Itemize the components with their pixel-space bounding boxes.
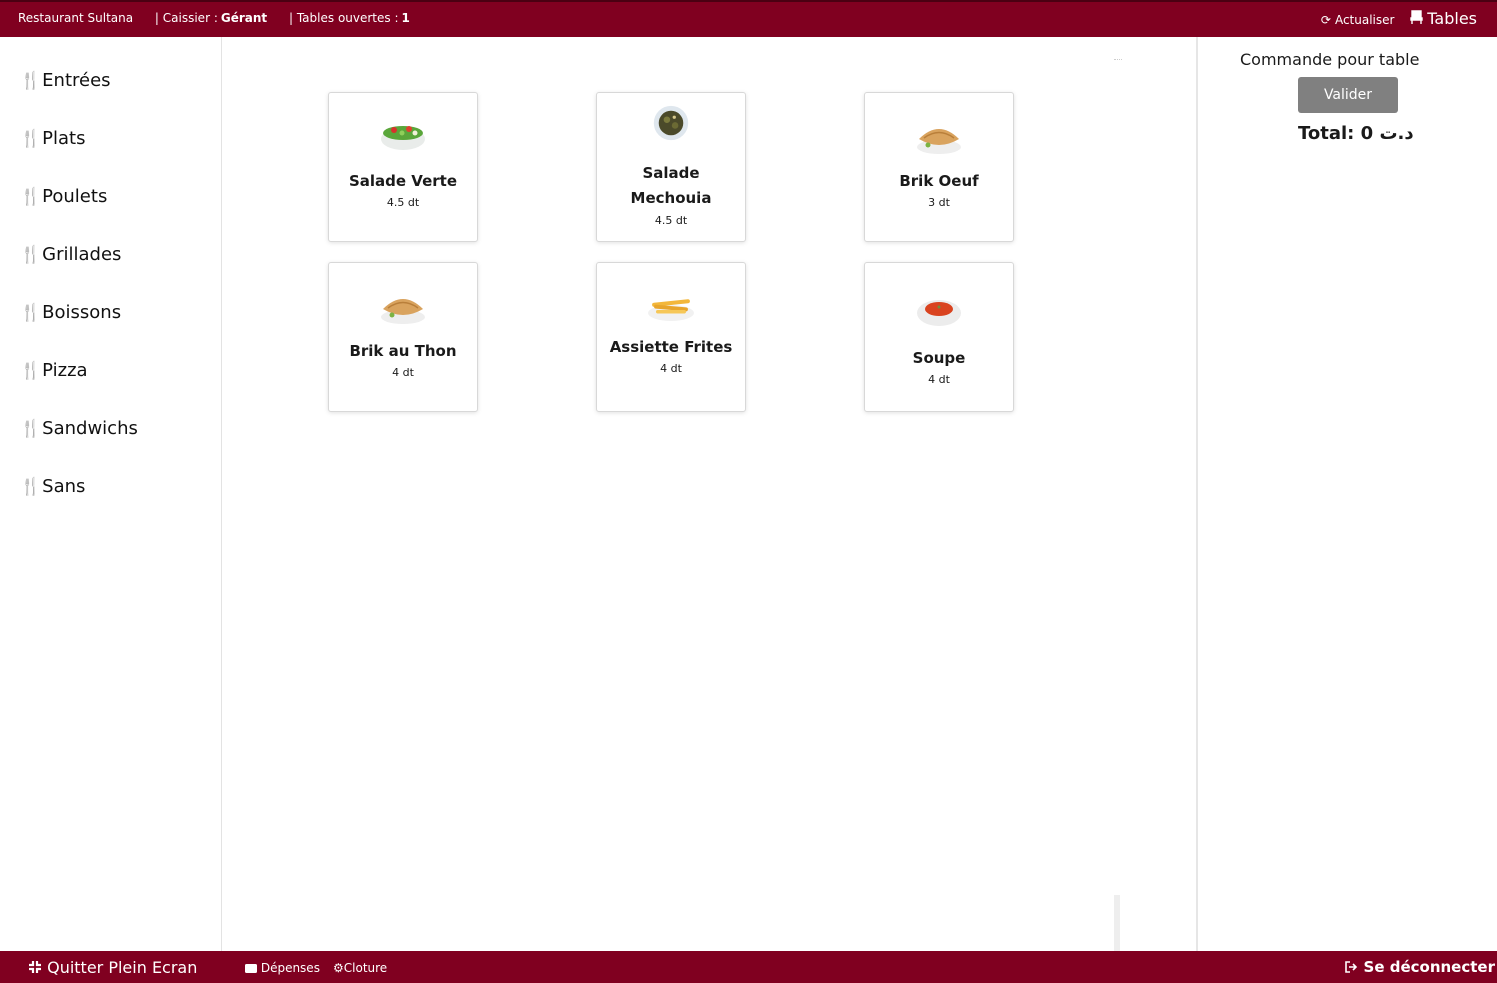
cutlery-icon: 🍴 — [20, 71, 42, 91]
cutlery-icon: 🍴 — [20, 477, 42, 497]
product-name: Brik au Thon — [349, 342, 457, 360]
order-panel: Commande pour table Valider Total: 0 د.ت — [1196, 37, 1497, 951]
bottom-bar: Quitter Plein Ecran Dépenses ⚙Cloture Se… — [0, 951, 1497, 983]
cutlery-icon: 🍴 — [20, 361, 42, 381]
order-title: Commande pour table — [1240, 50, 1420, 69]
exit-fullscreen-label: Quitter Plein Ecran — [47, 958, 198, 977]
product-price: 4 dt — [660, 362, 682, 375]
tables-open-count: 1 — [401, 11, 410, 25]
sidebar-item-grillades[interactable]: 🍴Grillades — [20, 244, 121, 265]
fries-plate-icon — [648, 299, 694, 321]
product-name: Salade Mechouia — [630, 164, 712, 207]
tables-button[interactable]: Tables — [1410, 9, 1477, 28]
category-sidebar: 🍴Entrées 🍴Plats 🍴Poulets 🍴Grillades 🍴Boi… — [0, 37, 222, 951]
product-price: 4 dt — [928, 373, 950, 386]
product-card[interactable]: Brik Oeuf 3 dt — [864, 92, 1014, 242]
cashier-label: | Caissier : — [154, 11, 218, 25]
chair-icon — [1410, 9, 1423, 28]
logout-button[interactable]: Se déconnecter — [1345, 958, 1495, 976]
product-card[interactable]: Brik au Thon 4 dt — [328, 262, 478, 412]
scrollbar-track[interactable] — [1114, 895, 1120, 951]
sidebar-item-label: Pizza — [42, 360, 88, 381]
sidebar-item-label: Boissons — [42, 302, 122, 323]
refresh-icon: ⟳ — [1320, 13, 1331, 27]
product-name: Brik Oeuf — [899, 172, 979, 190]
top-bar-info: Restaurant Sultana | Caissier : Gérant | … — [18, 11, 428, 25]
sidebar-item-label: Poulets — [42, 186, 108, 207]
sidebar-item-sans[interactable]: 🍴Sans — [20, 476, 85, 497]
expenses-label: Dépenses — [260, 961, 320, 975]
soup-bowl-icon — [917, 300, 961, 326]
sidebar-item-pizza[interactable]: 🍴Pizza — [20, 360, 88, 381]
product-name: Soupe — [912, 349, 966, 367]
salad-bowl-icon — [381, 126, 425, 150]
tables-open-info: | Tables ouvertes :1 — [289, 11, 410, 25]
sidebar-item-poulets[interactable]: 🍴Poulets — [20, 186, 107, 207]
sidebar-item-label: Grillades — [42, 244, 122, 265]
closing-button[interactable]: ⚙Cloture — [333, 961, 387, 975]
product-card[interactable]: Assiette Frites 4 dt — [596, 262, 746, 412]
sidebar-item-boissons[interactable]: 🍴Boissons — [20, 302, 121, 323]
compress-icon — [28, 958, 47, 977]
order-total: Total: 0 د.ت — [1298, 123, 1414, 144]
product-card[interactable]: Soupe 4 dt — [864, 262, 1014, 412]
cutlery-icon: 🍴 — [20, 187, 42, 207]
tables-open-label: | Tables ouvertes : — [288, 11, 399, 25]
tables-label: Tables — [1427, 9, 1477, 28]
sidebar-item-label: Entrées — [42, 70, 111, 91]
sidebar-item-entrees[interactable]: 🍴Entrées — [20, 70, 111, 91]
refresh-button[interactable]: ⟳ Actualiser — [1321, 13, 1398, 27]
cutlery-icon: 🍴 — [20, 419, 42, 439]
cutlery-icon: 🍴 — [20, 129, 42, 149]
product-card[interactable]: Salade Mechouia 4.5 dt — [596, 92, 746, 242]
exit-fullscreen-button[interactable]: Quitter Plein Ecran — [28, 958, 197, 977]
restaurant-name: Restaurant Sultana — [18, 11, 134, 25]
sidebar-item-label: Plats — [42, 128, 86, 149]
brik-pastry-icon — [917, 129, 961, 154]
cashier-name: Gérant — [220, 11, 268, 25]
sidebar-item-label: Sandwichs — [42, 418, 138, 439]
sidebar-item-sandwichs[interactable]: 🍴Sandwichs — [20, 418, 138, 439]
wallet-icon — [245, 961, 261, 975]
expenses-button[interactable]: Dépenses — [245, 961, 320, 975]
product-card[interactable]: Salade Verte 4.5 dt — [328, 92, 478, 242]
product-price: 3 dt — [928, 196, 950, 209]
cashier-info: | Caissier : Gérant — [155, 11, 267, 25]
brik-pastry-icon — [381, 299, 425, 324]
sidebar-item-label: Sans — [42, 476, 86, 497]
product-name: Salade Verte — [348, 172, 458, 190]
closing-label: Cloture — [343, 961, 388, 975]
product-price: 4.5 dt — [386, 196, 420, 209]
gear-icon: ⚙ — [333, 961, 344, 975]
sign-out-icon — [1345, 958, 1363, 976]
product-price: 4 dt — [392, 366, 414, 379]
mechouia-plate-icon — [653, 105, 689, 141]
cutlery-icon: 🍴 — [20, 245, 42, 265]
product-grid: Salade Verte 4.5 dt Salade Mechouia 4.5 … — [223, 37, 1195, 951]
refresh-label: Actualiser — [1334, 13, 1395, 27]
sidebar-item-plats[interactable]: 🍴Plats — [20, 128, 86, 149]
product-price: 4.5 dt — [654, 214, 688, 227]
product-name: Assiette Frites — [609, 338, 733, 356]
logout-label: Se déconnecter — [1363, 958, 1495, 976]
top-bar: Restaurant Sultana | Caissier : Gérant | … — [0, 0, 1497, 37]
scroll-indicator-top — [1114, 59, 1122, 63]
cutlery-icon: 🍴 — [20, 303, 42, 323]
top-bar-actions: ⟳ Actualiser Tables — [1321, 9, 1477, 28]
validate-button[interactable]: Valider — [1298, 77, 1398, 113]
